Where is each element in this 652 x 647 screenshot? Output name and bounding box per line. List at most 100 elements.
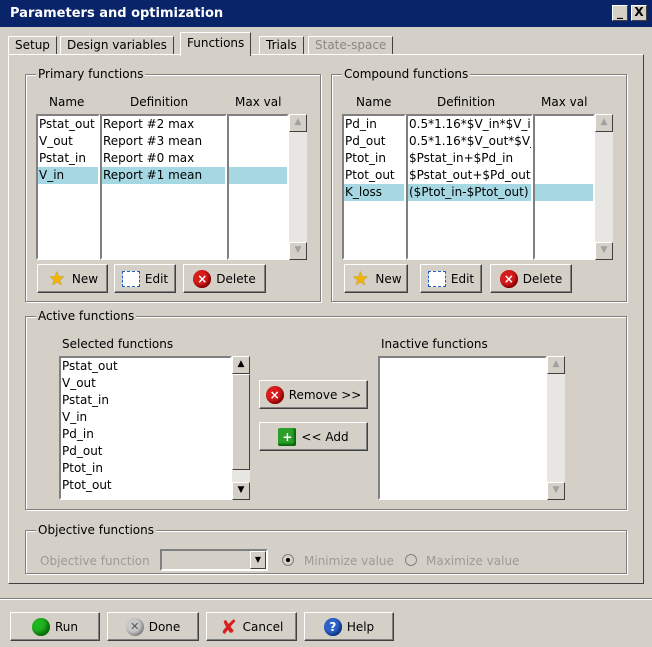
minimize-radio[interactable] — [282, 554, 294, 566]
primary-delete-button[interactable]: × Delete — [183, 264, 266, 293]
close-button[interactable]: X — [631, 5, 647, 21]
list-item[interactable]: V_in — [38, 167, 98, 184]
inactive-scrollbar[interactable]: ▲ ▼ — [547, 356, 565, 500]
list-item[interactable] — [229, 116, 287, 133]
scroll-up-icon[interactable]: ▲ — [232, 356, 250, 374]
selected-scrollbar[interactable]: ▲ ▼ — [232, 356, 250, 500]
objective-function-select[interactable]: ▼ — [160, 549, 268, 571]
compound-delete-label: Delete — [522, 271, 563, 286]
list-item[interactable]: V_out — [61, 375, 230, 392]
inactive-functions-list[interactable] — [378, 356, 547, 500]
primary-edit-button[interactable]: Edit — [114, 264, 176, 293]
primary-maxval-list[interactable] — [227, 114, 289, 260]
list-item[interactable]: Report #2 max — [102, 116, 225, 133]
selected-functions-label: Selected functions — [62, 337, 174, 351]
inactive-functions-label: Inactive functions — [381, 337, 488, 351]
compound-new-button[interactable]: ★ New — [344, 264, 408, 293]
list-item[interactable]: Pstat_in — [61, 392, 230, 409]
list-item[interactable]: K_loss — [344, 184, 404, 201]
chevron-down-icon[interactable]: ▼ — [250, 551, 266, 569]
scroll-down-icon[interactable]: ▼ — [289, 242, 307, 260]
list-item[interactable]: Pd_out — [61, 443, 230, 460]
tab-setup[interactable]: Setup — [8, 36, 57, 55]
parameters-dialog: Parameters and optimization _ X Setup De… — [0, 0, 652, 647]
list-item[interactable] — [535, 133, 593, 150]
run-icon — [31, 617, 50, 636]
scroll-up-icon[interactable]: ▲ — [595, 114, 613, 132]
list-item[interactable]: Pstat_in — [38, 150, 98, 167]
list-item[interactable]: Ptot_in — [344, 150, 404, 167]
remove-button[interactable]: × Remove >> — [259, 380, 368, 409]
list-item[interactable]: Ptot_out — [344, 167, 404, 184]
primary-new-button[interactable]: ★ New — [37, 264, 108, 293]
star-icon: ★ — [351, 267, 369, 290]
scroll-up-icon[interactable]: ▲ — [547, 356, 565, 374]
list-item[interactable]: Ptot_out — [61, 477, 230, 494]
objective-function-label: Objective function — [40, 554, 150, 568]
compound-new-label: New — [375, 271, 402, 286]
primary-scrollbar[interactable]: ▲ ▼ — [289, 114, 307, 260]
list-item[interactable]: Pd_out — [344, 133, 404, 150]
primary-name-header: Name — [49, 95, 85, 109]
help-icon: ? — [323, 617, 342, 636]
scroll-down-icon[interactable]: ▼ — [547, 482, 565, 500]
compound-scrollbar[interactable]: ▲ ▼ — [595, 114, 613, 260]
maximize-radio[interactable] — [405, 554, 417, 566]
list-item[interactable]: $Pstat_in+$Pd_in — [408, 150, 531, 167]
list-item[interactable]: V_out — [38, 133, 98, 150]
list-item[interactable] — [229, 150, 287, 167]
compound-definition-list[interactable]: 0.5*1.16*$V_in*$V_i 0.5*1.16*$V_out*$V_ … — [406, 114, 533, 260]
cancel-button[interactable]: ✘ Cancel — [206, 612, 297, 641]
list-item[interactable]: Report #1 mean — [102, 167, 225, 184]
star-icon: ★ — [48, 267, 66, 290]
primary-name-list[interactable]: Pstat_out V_out Pstat_in V_in — [36, 114, 100, 260]
primary-functions-title: Primary functions — [36, 67, 146, 81]
add-button[interactable]: + << Add — [259, 422, 368, 451]
list-item[interactable]: Report #3 mean — [102, 133, 225, 150]
compound-definition-header: Definition — [437, 95, 496, 109]
footer-divider — [0, 598, 652, 600]
primary-definition-list[interactable]: Report #2 max Report #3 mean Report #0 m… — [100, 114, 227, 260]
done-button[interactable]: ✕ Done — [107, 612, 199, 641]
list-item[interactable] — [229, 167, 287, 184]
scroll-down-icon[interactable]: ▼ — [595, 242, 613, 260]
list-item[interactable]: 0.5*1.16*$V_in*$V_i — [408, 116, 531, 133]
list-item[interactable] — [535, 116, 593, 133]
list-item[interactable] — [535, 184, 593, 201]
tab-functions[interactable]: Functions — [180, 32, 252, 56]
list-item[interactable]: Ptot_in — [61, 460, 230, 477]
list-item[interactable] — [229, 133, 287, 150]
help-button[interactable]: ? Help — [304, 612, 394, 641]
list-item[interactable]: Pd_in — [344, 116, 404, 133]
tab-design-variables[interactable]: Design variables — [60, 36, 174, 55]
tab-trials[interactable]: Trials — [259, 36, 304, 55]
list-item[interactable]: 0.5*1.16*$V_out*$V_ — [408, 133, 531, 150]
compound-edit-button[interactable]: Edit — [420, 264, 482, 293]
compound-name-list[interactable]: Pd_in Pd_out Ptot_in Ptot_out K_loss — [342, 114, 406, 260]
list-item[interactable]: Report #0 max — [102, 150, 225, 167]
list-item[interactable]: ($Ptot_in-$Ptot_out) — [408, 184, 531, 201]
scroll-thumb[interactable] — [232, 374, 250, 470]
list-item[interactable]: $Pstat_out+$Pd_out — [408, 167, 531, 184]
compound-maxval-header: Max val — [541, 95, 588, 109]
primary-delete-label: Delete — [216, 271, 256, 286]
edit-icon — [427, 270, 446, 287]
compound-delete-button[interactable]: × Delete — [490, 264, 572, 293]
scroll-up-icon[interactable]: ▲ — [289, 114, 307, 132]
compound-name-header: Name — [356, 95, 392, 109]
list-item[interactable]: Pd_in — [61, 426, 230, 443]
help-label: Help — [346, 619, 375, 634]
selected-functions-list[interactable]: Pstat_out V_out Pstat_in V_in Pd_in Pd_o… — [59, 356, 232, 500]
list-item[interactable] — [535, 150, 593, 167]
edit-icon — [121, 270, 140, 287]
run-button[interactable]: Run — [10, 612, 100, 641]
list-item[interactable]: Pstat_out — [61, 358, 230, 375]
scroll-down-icon[interactable]: ▼ — [232, 482, 250, 500]
compound-maxval-list[interactable] — [533, 114, 595, 260]
list-item[interactable]: V_in — [61, 409, 230, 426]
compound-functions-title: Compound functions — [342, 67, 471, 81]
list-item[interactable] — [535, 167, 593, 184]
list-item[interactable]: Pstat_out — [38, 116, 98, 133]
active-functions-title: Active functions — [36, 309, 137, 323]
minimize-button[interactable]: _ — [612, 5, 628, 21]
